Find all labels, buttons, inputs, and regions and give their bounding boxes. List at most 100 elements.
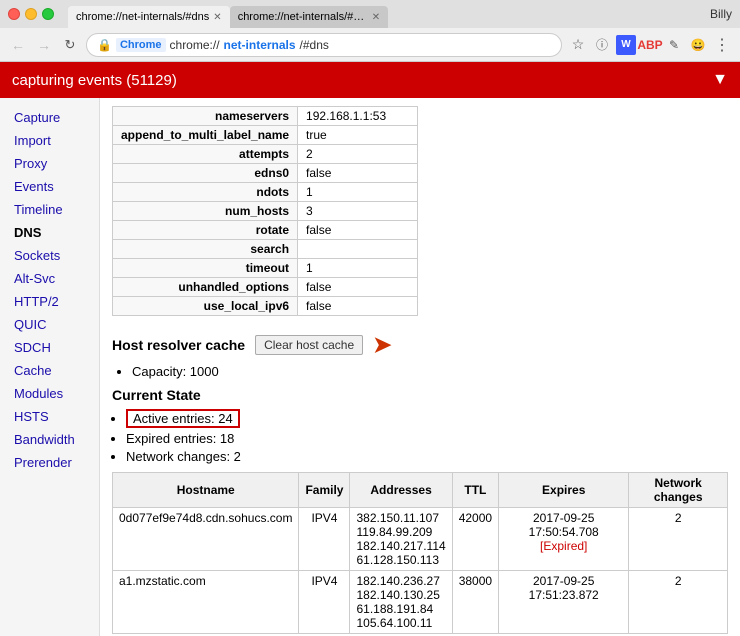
table-row: timeout1	[113, 259, 418, 278]
expired-entries-item: Expired entries: 18	[126, 431, 728, 446]
url-host: net-internals	[224, 38, 296, 52]
sidebar-item-sockets[interactable]: Sockets	[0, 244, 99, 267]
content-area: nameservers192.168.1.1:53append_to_multi…	[100, 98, 740, 636]
sidebar-item-timeline[interactable]: Timeline	[0, 198, 99, 221]
config-key: edns0	[113, 164, 298, 183]
reload-button[interactable]: ↻	[60, 35, 80, 55]
user-name: Billy	[710, 7, 732, 21]
cell-hostname: a1.mzstatic.com	[113, 571, 299, 634]
config-value: false	[298, 221, 418, 240]
sidebar-item-import[interactable]: Import	[0, 129, 99, 152]
network-changes-item: Network changes: 2	[126, 449, 728, 464]
sidebar-item-events[interactable]: Events	[0, 175, 99, 198]
ext3-icon[interactable]: ✎	[664, 35, 684, 55]
table-row: edns0false	[113, 164, 418, 183]
info-icon[interactable]: ⓘ	[592, 35, 612, 55]
config-value: 3	[298, 202, 418, 221]
sidebar-item-capture[interactable]: Capture	[0, 106, 99, 129]
table-row: unhandled_optionsfalse	[113, 278, 418, 297]
close-button[interactable]	[8, 8, 20, 20]
forward-button[interactable]: →	[34, 35, 54, 55]
cell-family: IPV4	[299, 571, 350, 634]
dns-entries-table: Hostname Family Addresses TTL Expires Ne…	[112, 472, 728, 634]
table-row: rotatefalse	[113, 221, 418, 240]
table-row: nameservers192.168.1.1:53	[113, 107, 418, 126]
sidebar-item-cache[interactable]: Cache	[0, 359, 99, 382]
config-value: false	[298, 164, 418, 183]
sidebar-item-bandwidth[interactable]: Bandwidth	[0, 428, 99, 451]
clear-host-cache-button[interactable]: Clear host cache	[255, 335, 363, 355]
config-value	[298, 240, 418, 259]
ext4-icon[interactable]: 😀	[688, 35, 708, 55]
capacity-item: Capacity: 1000	[132, 364, 728, 379]
sidebar-item-proxy[interactable]: Proxy	[0, 152, 99, 175]
table-row: ndots1	[113, 183, 418, 202]
config-value: false	[298, 278, 418, 297]
maximize-button[interactable]	[42, 8, 54, 20]
capturing-bar: capturing events (51129) ▼	[0, 62, 740, 98]
menu-icon[interactable]: ⋮	[712, 35, 732, 55]
expired-tag: [Expired]	[540, 539, 587, 553]
sidebar-item-dns: DNS	[0, 221, 99, 244]
config-key: num_hosts	[113, 202, 298, 221]
chrome-label: Chrome	[116, 38, 166, 52]
table-row: append_to_multi_label_nametrue	[113, 126, 418, 145]
capturing-arrow-icon: ▼	[712, 71, 728, 89]
star-icon[interactable]: ☆	[568, 35, 588, 55]
tab-dns[interactable]: chrome://net-internals/#dns ✕	[68, 6, 230, 28]
toolbar-icons: ☆ ⓘ W ABP ✎ 😀 ⋮	[568, 35, 732, 55]
cell-ttl: 38000	[452, 571, 498, 634]
sidebar: Capture Import Proxy Events Timeline DNS…	[0, 98, 100, 636]
current-state-list: Active entries: 24 Expired entries: 18 N…	[126, 409, 728, 464]
sidebar-item-http2[interactable]: HTTP/2	[0, 290, 99, 313]
sidebar-item-sdch[interactable]: SDCH	[0, 336, 99, 359]
back-button[interactable]: ←	[8, 35, 28, 55]
col-family: Family	[299, 473, 350, 508]
title-bar: chrome://net-internals/#dns ✕ chrome://n…	[0, 0, 740, 28]
config-key: search	[113, 240, 298, 259]
config-key: append_to_multi_label_name	[113, 126, 298, 145]
tab-dns-label: chrome://net-internals/#dns	[76, 11, 209, 23]
cell-addresses: 382.150.11.107 119.84.99.209 182.140.217…	[350, 508, 452, 571]
config-value: false	[298, 297, 418, 316]
cell-ttl: 42000	[452, 508, 498, 571]
main-layout: Capture Import Proxy Events Timeline DNS…	[0, 98, 740, 636]
sidebar-item-prerender[interactable]: Prerender	[0, 451, 99, 474]
tab-sockets-label: chrome://net-internals/#socke	[238, 11, 368, 23]
config-value: true	[298, 126, 418, 145]
host-resolver-title: Host resolver cache	[112, 337, 245, 353]
tab-dns-close[interactable]: ✕	[213, 12, 221, 23]
col-expires: Expires	[499, 473, 629, 508]
cell-expires: 2017-09-25 17:50:54.708[Expired]	[499, 508, 629, 571]
config-key: use_local_ipv6	[113, 297, 298, 316]
config-key: rotate	[113, 221, 298, 240]
sidebar-item-hsts[interactable]: HSTS	[0, 405, 99, 428]
current-state-header: Current State	[112, 387, 728, 403]
sidebar-item-quic[interactable]: QUIC	[0, 313, 99, 336]
tab-sockets[interactable]: chrome://net-internals/#socke ✕	[230, 6, 388, 28]
config-value: 1	[298, 259, 418, 278]
arrow-right-icon: ➤	[373, 332, 391, 358]
config-key: nameservers	[113, 107, 298, 126]
config-key: ndots	[113, 183, 298, 202]
col-ttl: TTL	[452, 473, 498, 508]
url-bar[interactable]: 🔒 Chrome chrome://net-internals/#dns	[86, 33, 562, 57]
ext2-icon[interactable]: ABP	[640, 35, 660, 55]
ext1-icon[interactable]: W	[616, 35, 636, 55]
col-network-changes: Network changes	[629, 473, 728, 508]
network-changes-label: Network changes: 2	[126, 449, 241, 464]
config-key: attempts	[113, 145, 298, 164]
table-row: search	[113, 240, 418, 259]
cell-hostname: 0d077ef9e74d8.cdn.sohucs.com	[113, 508, 299, 571]
sidebar-item-modules[interactable]: Modules	[0, 382, 99, 405]
tabs-bar: chrome://net-internals/#dns ✕ chrome://n…	[68, 0, 704, 28]
config-value: 1	[298, 183, 418, 202]
minimize-button[interactable]	[25, 8, 37, 20]
cell-family: IPV4	[299, 508, 350, 571]
security-icon: 🔒	[97, 38, 112, 52]
tab-sockets-close[interactable]: ✕	[372, 12, 380, 23]
col-hostname: Hostname	[113, 473, 299, 508]
capacity-list: Capacity: 1000	[132, 364, 728, 379]
sidebar-item-alt-svc[interactable]: Alt-Svc	[0, 267, 99, 290]
capturing-text: capturing events (51129)	[12, 72, 177, 89]
